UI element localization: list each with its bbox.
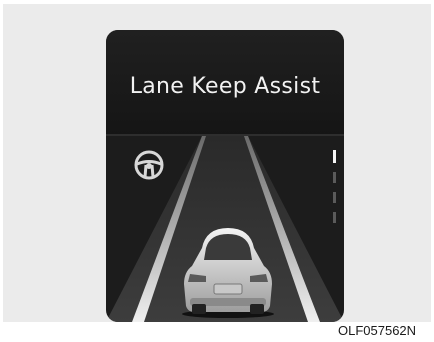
indicator-segment <box>333 212 336 223</box>
lane-indicator-bar <box>333 150 339 230</box>
figure-code: OLF057562N <box>338 323 417 338</box>
vehicle-rear-icon <box>182 228 274 318</box>
steering-wheel-icon <box>134 150 164 180</box>
screen-title: Lane Keep Assist <box>129 74 321 99</box>
indicator-segment <box>333 172 336 183</box>
cluster-display: Lane Keep Assist <box>106 30 344 322</box>
indicator-segment <box>333 192 336 203</box>
indicator-segment-active <box>333 150 336 163</box>
